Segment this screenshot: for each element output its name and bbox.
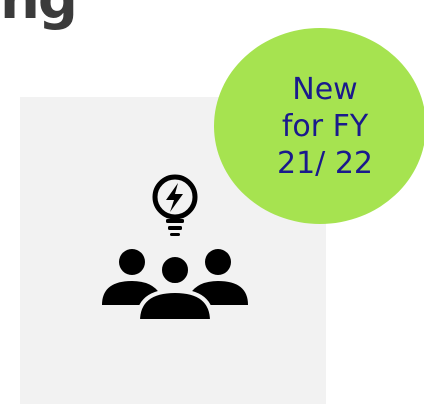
badge-line-3: 21/ 22 [277, 145, 373, 181]
lightbulb-icon [152, 174, 198, 236]
badge-line-1: New [292, 71, 358, 107]
badge-line-2: for FY [281, 108, 369, 144]
team-idea-icon [102, 174, 248, 321]
page-heading-fragment: ng [0, 0, 78, 30]
new-badge: New for FY 21/ 22 [214, 28, 424, 224]
